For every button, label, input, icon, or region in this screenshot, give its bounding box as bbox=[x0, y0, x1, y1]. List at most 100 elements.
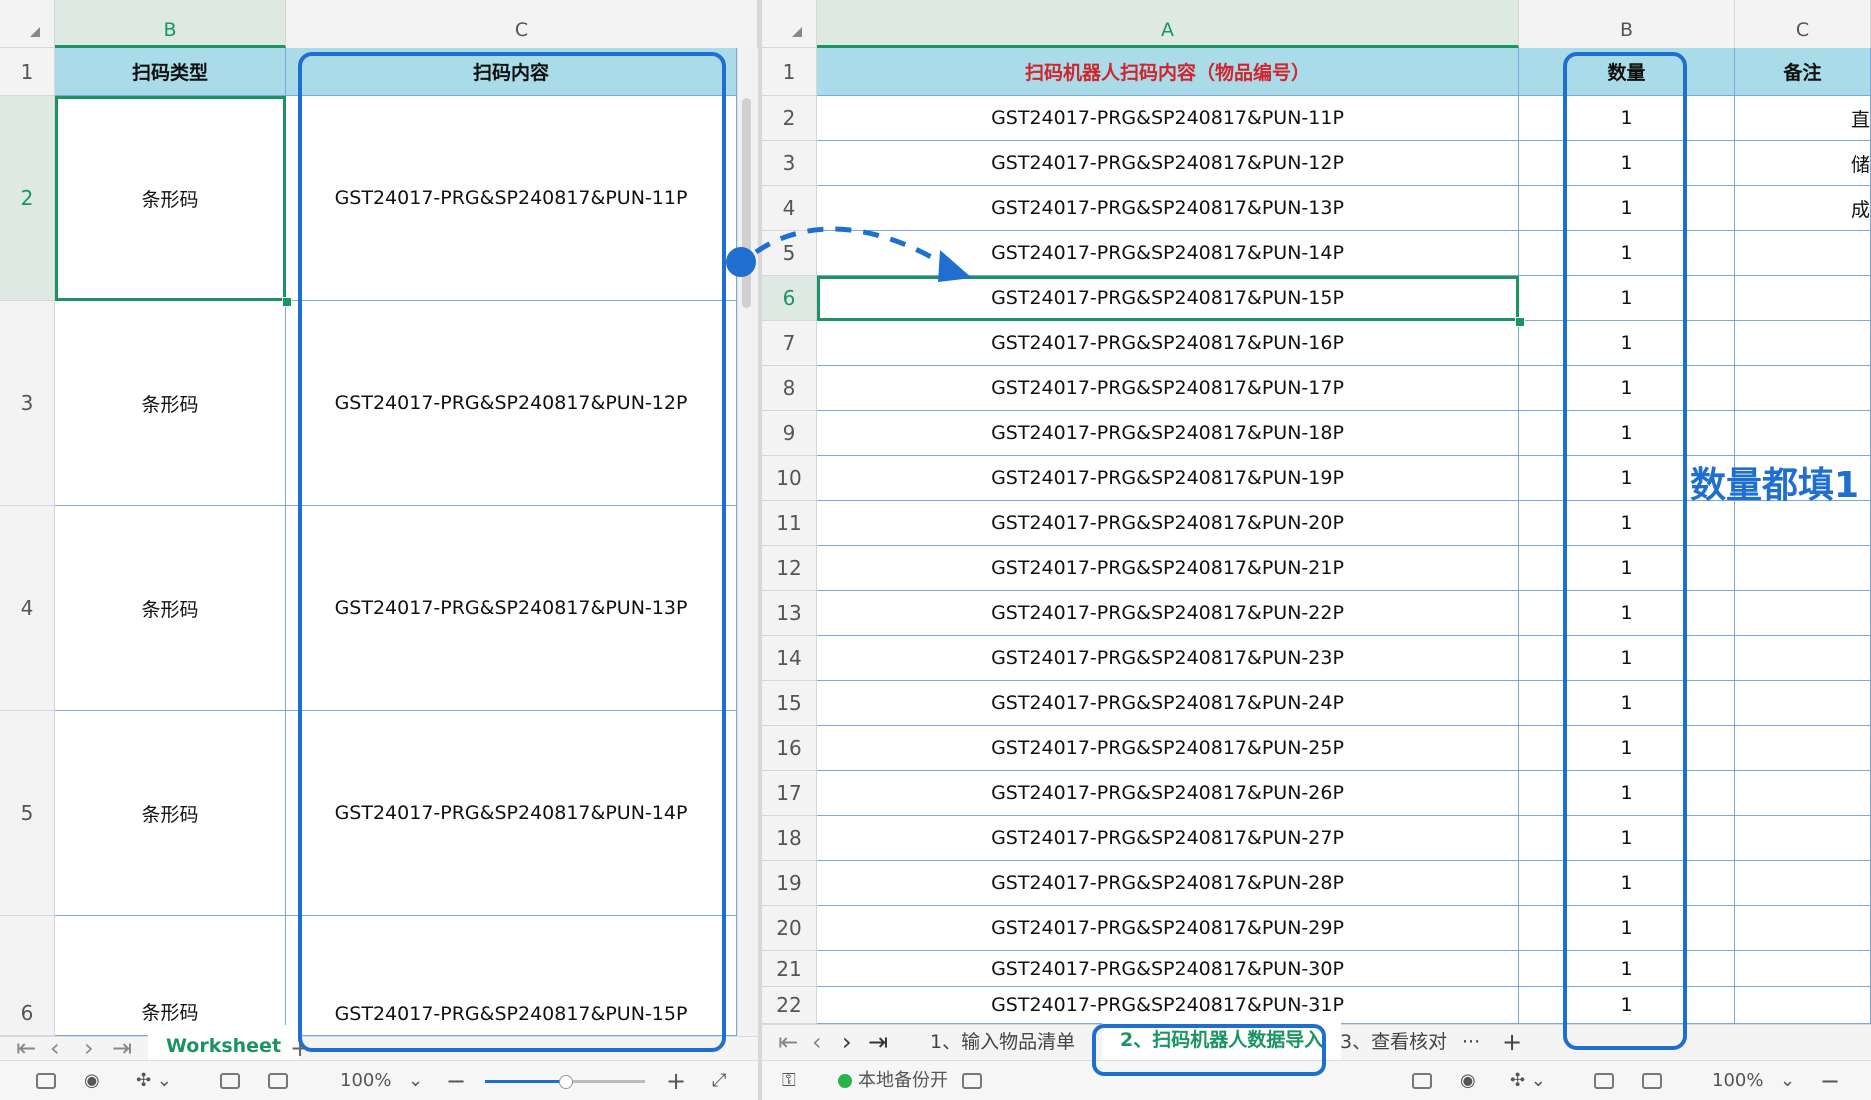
page-layout-icon[interactable] bbox=[268, 1061, 288, 1100]
item-code-cell[interactable]: GST24017-PRG&SP240817&PUN-26P bbox=[817, 771, 1519, 816]
row-header-11[interactable]: 11 bbox=[762, 501, 817, 546]
normal-view-icon[interactable] bbox=[1594, 1061, 1614, 1100]
item-code-cell[interactable]: GST24017-PRG&SP240817&PUN-24P bbox=[817, 681, 1519, 726]
column-header-b[interactable]: B bbox=[55, 0, 286, 48]
remark-cell[interactable] bbox=[1735, 906, 1871, 951]
remark-cell[interactable] bbox=[1735, 816, 1871, 861]
remark-cell[interactable] bbox=[1735, 546, 1871, 591]
item-code-cell[interactable]: GST24017-PRG&SP240817&PUN-18P bbox=[817, 411, 1519, 456]
remark-cell[interactable]: 储 bbox=[1735, 141, 1871, 186]
row-header-8[interactable]: 8 bbox=[762, 366, 817, 411]
zoom-level[interactable]: 100% bbox=[340, 1061, 391, 1100]
zoom-level[interactable]: 100% bbox=[1712, 1061, 1763, 1100]
add-sheet-icon[interactable]: + bbox=[1502, 1021, 1522, 1063]
item-code-cell[interactable]: GST24017-PRG&SP240817&PUN-28P bbox=[817, 861, 1519, 906]
item-code-cell[interactable]: GST24017-PRG&SP240817&PUN-15P bbox=[817, 276, 1519, 321]
header-cell-scan-type[interactable]: 扫码类型 bbox=[55, 48, 286, 96]
last-sheet-icon[interactable]: ⇥ bbox=[868, 1021, 888, 1063]
row-header-7[interactable]: 7 bbox=[762, 321, 817, 366]
zoom-in-icon[interactable]: + bbox=[666, 1061, 686, 1100]
remark-cell[interactable] bbox=[1735, 366, 1871, 411]
zoom-out-icon[interactable]: − bbox=[1820, 1061, 1840, 1100]
row-header-2[interactable]: 2 bbox=[762, 96, 817, 141]
row-header-14[interactable]: 14 bbox=[762, 636, 817, 681]
normal-view-icon[interactable] bbox=[220, 1061, 240, 1100]
sheet-tab-item-list[interactable]: 1、输入物品清单 bbox=[930, 1021, 1075, 1063]
row-header-10[interactable]: 10 bbox=[762, 456, 817, 501]
backup-status[interactable]: 本地备份开 bbox=[838, 1061, 948, 1100]
fullscreen-icon[interactable]: ⤢ bbox=[712, 1061, 726, 1100]
remark-cell[interactable] bbox=[1735, 726, 1871, 771]
remark-cell[interactable] bbox=[1735, 411, 1871, 456]
scan-type-cell[interactable]: 条形码 bbox=[55, 506, 286, 711]
eye-icon[interactable]: ◉ bbox=[84, 1061, 100, 1100]
row-header-9[interactable]: 9 bbox=[762, 411, 817, 456]
remark-cell[interactable] bbox=[1735, 951, 1871, 987]
freeze-icon[interactable]: ✣ ⌄ bbox=[1510, 1061, 1546, 1100]
zoom-slider-knob[interactable] bbox=[559, 1075, 573, 1089]
header-cell-item-code[interactable]: 扫码机器人扫码内容（物品编号） bbox=[817, 48, 1519, 96]
item-code-cell[interactable]: GST24017-PRG&SP240817&PUN-17P bbox=[817, 366, 1519, 411]
row-header-6[interactable]: 6 bbox=[762, 276, 817, 321]
zoom-out-icon[interactable]: − bbox=[446, 1061, 466, 1100]
row-header-5[interactable]: 5 bbox=[0, 711, 55, 916]
item-code-cell[interactable]: GST24017-PRG&SP240817&PUN-21P bbox=[817, 546, 1519, 591]
item-code-cell[interactable]: GST24017-PRG&SP240817&PUN-30P bbox=[817, 951, 1519, 987]
remark-cell[interactable] bbox=[1735, 987, 1871, 1024]
item-code-cell[interactable]: GST24017-PRG&SP240817&PUN-16P bbox=[817, 321, 1519, 366]
item-code-cell[interactable]: GST24017-PRG&SP240817&PUN-11P bbox=[817, 96, 1519, 141]
remark-cell[interactable] bbox=[1735, 771, 1871, 816]
row-header-2[interactable]: 2 bbox=[0, 96, 55, 301]
select-all-corner[interactable] bbox=[762, 0, 817, 48]
item-code-cell[interactable]: GST24017-PRG&SP240817&PUN-25P bbox=[817, 726, 1519, 771]
row-header-6[interactable]: 6 bbox=[0, 916, 55, 1036]
eye-icon[interactable]: ◉ bbox=[1460, 1061, 1476, 1100]
item-code-cell[interactable]: GST24017-PRG&SP240817&PUN-23P bbox=[817, 636, 1519, 681]
item-code-cell[interactable]: GST24017-PRG&SP240817&PUN-14P bbox=[817, 231, 1519, 276]
table-icon[interactable] bbox=[1412, 1061, 1432, 1100]
column-header-c[interactable]: C bbox=[286, 0, 758, 48]
item-code-cell[interactable]: GST24017-PRG&SP240817&PUN-20P bbox=[817, 501, 1519, 546]
scroll-thumb[interactable] bbox=[742, 98, 751, 308]
item-code-cell[interactable]: GST24017-PRG&SP240817&PUN-13P bbox=[817, 186, 1519, 231]
remark-cell[interactable] bbox=[1735, 681, 1871, 726]
remark-cell[interactable] bbox=[1735, 276, 1871, 321]
remark-cell[interactable] bbox=[1735, 231, 1871, 276]
header-cell-remark[interactable]: 备注 bbox=[1735, 48, 1871, 96]
row-header-19[interactable]: 19 bbox=[762, 861, 817, 906]
remark-cell[interactable] bbox=[1735, 591, 1871, 636]
remark-cell[interactable] bbox=[1735, 636, 1871, 681]
select-all-corner[interactable] bbox=[0, 0, 55, 48]
row-header-15[interactable]: 15 bbox=[762, 681, 817, 726]
freeze-icon[interactable]: ✣ ⌄ bbox=[136, 1061, 172, 1100]
remark-cell[interactable]: 成 bbox=[1735, 186, 1871, 231]
scan-type-cell[interactable]: 条形码 bbox=[55, 301, 286, 506]
vertical-scrollbar[interactable] bbox=[737, 48, 758, 1036]
fill-handle[interactable] bbox=[1515, 317, 1525, 327]
scan-type-cell[interactable]: 条形码 bbox=[55, 96, 286, 301]
more-tabs-icon[interactable]: ··· bbox=[1462, 1021, 1480, 1063]
prev-sheet-icon[interactable]: ‹ bbox=[812, 1021, 822, 1063]
row-header-20[interactable]: 20 bbox=[762, 906, 817, 951]
scan-type-cell[interactable]: 条形码 bbox=[55, 711, 286, 916]
row-header-17[interactable]: 17 bbox=[762, 771, 817, 816]
row-header-5[interactable]: 5 bbox=[762, 231, 817, 276]
row-header-21[interactable]: 21 bbox=[762, 951, 817, 987]
row-header-1[interactable]: 1 bbox=[0, 48, 55, 96]
zoom-slider[interactable] bbox=[485, 1075, 645, 1089]
row-header-4[interactable]: 4 bbox=[762, 186, 817, 231]
column-header-b[interactable]: B bbox=[1519, 0, 1735, 48]
row-header-13[interactable]: 13 bbox=[762, 591, 817, 636]
page-layout-icon[interactable] bbox=[1642, 1061, 1662, 1100]
item-code-cell[interactable]: GST24017-PRG&SP240817&PUN-12P bbox=[817, 141, 1519, 186]
column-header-a[interactable]: A bbox=[817, 0, 1519, 48]
row-header-3[interactable]: 3 bbox=[762, 141, 817, 186]
item-code-cell[interactable]: GST24017-PRG&SP240817&PUN-19P bbox=[817, 456, 1519, 501]
row-header-16[interactable]: 16 bbox=[762, 726, 817, 771]
zoom-dropdown-icon[interactable]: ⌄ bbox=[408, 1061, 423, 1100]
row-header-4[interactable]: 4 bbox=[0, 506, 55, 711]
fill-handle[interactable] bbox=[282, 297, 292, 307]
scan-type-cell[interactable]: 条形码 bbox=[55, 916, 286, 1036]
document-icon[interactable] bbox=[962, 1061, 982, 1100]
sheet-tab-check[interactable]: 3、查看核对 bbox=[1340, 1021, 1447, 1063]
